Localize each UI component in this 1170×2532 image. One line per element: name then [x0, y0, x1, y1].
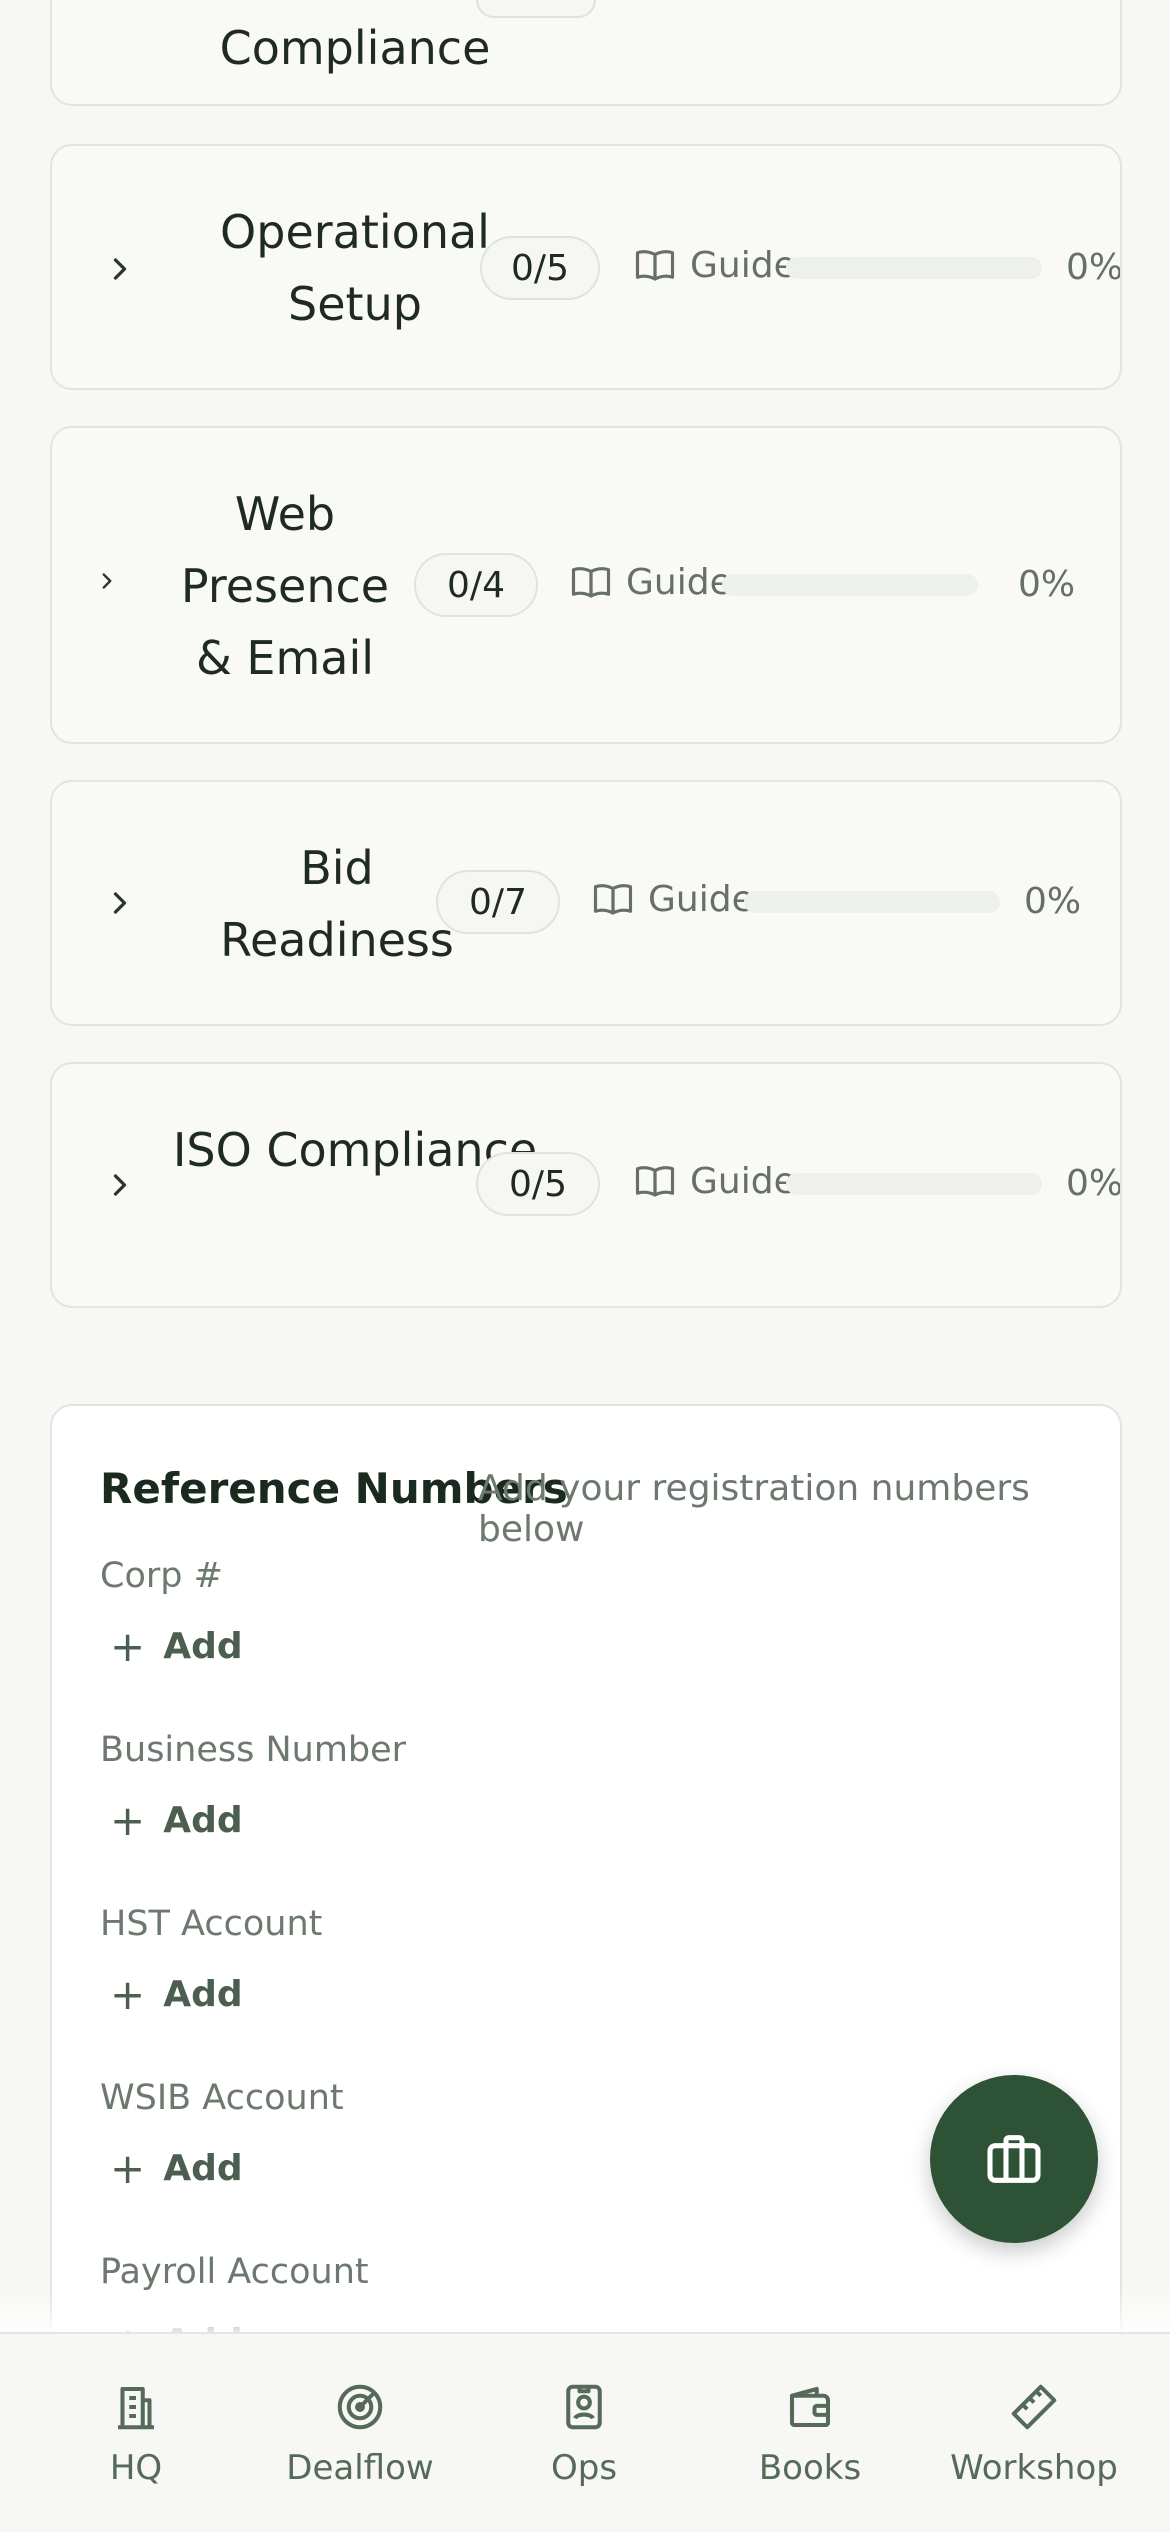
tab-label: HQ	[109, 2448, 163, 2488]
field-label-business-number: Business Number	[100, 1730, 407, 1770]
field-label-corp: Corp #	[100, 1556, 223, 1596]
guide-link[interactable]: Guide	[592, 878, 754, 920]
section-progress-bar	[786, 1173, 1042, 1195]
add-label: Add	[163, 1974, 243, 2015]
book-open-icon	[593, 884, 633, 915]
tab-label: Workshop	[950, 2448, 1118, 2488]
tab-label: Dealflow	[286, 2448, 434, 2488]
section-percent: 0%	[1018, 564, 1076, 605]
briefcase-icon	[987, 2135, 1041, 2183]
plus-icon: +	[110, 1796, 146, 1845]
chevron-right-icon[interactable]	[102, 885, 138, 921]
tab-books[interactable]: Books	[710, 2380, 910, 2488]
reference-subtitle: Add your registration numbers below	[478, 1468, 1030, 1550]
section-count-badge: 0/7	[436, 870, 560, 934]
briefcase-fab-button[interactable]	[930, 2075, 1098, 2243]
section-count-badge	[476, 0, 596, 18]
guide-label: Guide	[648, 878, 754, 920]
add-label: Add	[163, 1800, 243, 1841]
add-wsib-account-button[interactable]: + Add	[110, 2144, 243, 2193]
chevron-right-icon[interactable]	[102, 1167, 138, 1203]
plus-icon: +	[110, 2144, 146, 2193]
section-card-partial[interactable]: Compliance	[50, 0, 1122, 106]
tab-hq[interactable]: HQ	[36, 2380, 236, 2488]
guide-label: Guide	[690, 1160, 796, 1202]
guide-label: Guide	[690, 244, 796, 286]
section-title: Compliance	[219, 21, 491, 75]
add-hst-account-button[interactable]: + Add	[110, 1970, 243, 2019]
add-label: Add	[163, 1626, 243, 1667]
tab-dealflow[interactable]: Dealflow	[260, 2380, 460, 2488]
chevron-right-icon[interactable]	[102, 251, 138, 287]
guide-label: Guide	[626, 561, 732, 603]
tab-label: Books	[758, 2448, 862, 2488]
plus-icon: +	[110, 1970, 146, 2019]
bottom-tab-bar: HQ Dealflow Ops Books Workshop	[0, 2332, 1170, 2532]
section-card-bid-readiness[interactable]: Bid Readiness 0/7 Guide 0%	[50, 780, 1122, 1026]
plus-icon: +	[110, 1622, 146, 1671]
section-percent: 0%	[1066, 1163, 1122, 1204]
add-business-number-button[interactable]: + Add	[110, 1796, 243, 1845]
tab-workshop[interactable]: Workshop	[934, 2380, 1134, 2488]
section-percent: 0%	[1024, 881, 1082, 922]
section-card-web-presence-email[interactable]: Web Presence & Email 0/4 Guide 0%	[50, 426, 1122, 744]
section-title: Web Presence & Email	[180, 487, 390, 685]
radar-icon	[337, 2384, 383, 2430]
book-open-icon	[571, 567, 611, 598]
section-card-operational-setup[interactable]: Operational Setup 0/5 Guide 0%	[50, 144, 1122, 390]
field-label-payroll-account: Payroll Account	[100, 2252, 369, 2292]
id-badge-icon	[566, 2384, 602, 2430]
field-label-hst-account: HST Account	[100, 1904, 323, 1944]
tab-label: Ops	[550, 2448, 618, 2488]
wallet-icon	[789, 2386, 831, 2428]
section-percent: 0%	[1066, 247, 1122, 288]
page: Compliance Operational Setup 0/5 Guide 0…	[0, 0, 1170, 2532]
chevron-right-icon[interactable]	[94, 568, 120, 594]
add-corp-button[interactable]: + Add	[110, 1622, 243, 1671]
section-count-badge: 0/4	[414, 553, 538, 617]
tab-ops[interactable]: Ops	[484, 2380, 684, 2488]
add-label: Add	[163, 2148, 243, 2189]
book-open-icon	[635, 250, 675, 281]
guide-link[interactable]: Guide	[634, 1160, 796, 1202]
building-icon	[118, 2386, 154, 2430]
guide-link[interactable]: Guide	[570, 561, 732, 603]
section-count-badge: 0/5	[480, 236, 600, 300]
field-label-wsib-account: WSIB Account	[100, 2078, 344, 2118]
scroll-fade	[0, 2290, 1170, 2334]
section-progress-bar	[722, 574, 978, 596]
book-open-icon	[635, 1166, 675, 1197]
guide-link[interactable]: Guide	[634, 244, 796, 286]
section-card-iso-compliance[interactable]: ISO Compliance 0/5 Guide 0%	[50, 1062, 1122, 1308]
ruler-icon	[1011, 2384, 1057, 2430]
section-count-badge: 0/5	[476, 1152, 600, 1216]
section-progress-bar	[786, 257, 1042, 279]
section-progress-bar	[744, 891, 1000, 913]
